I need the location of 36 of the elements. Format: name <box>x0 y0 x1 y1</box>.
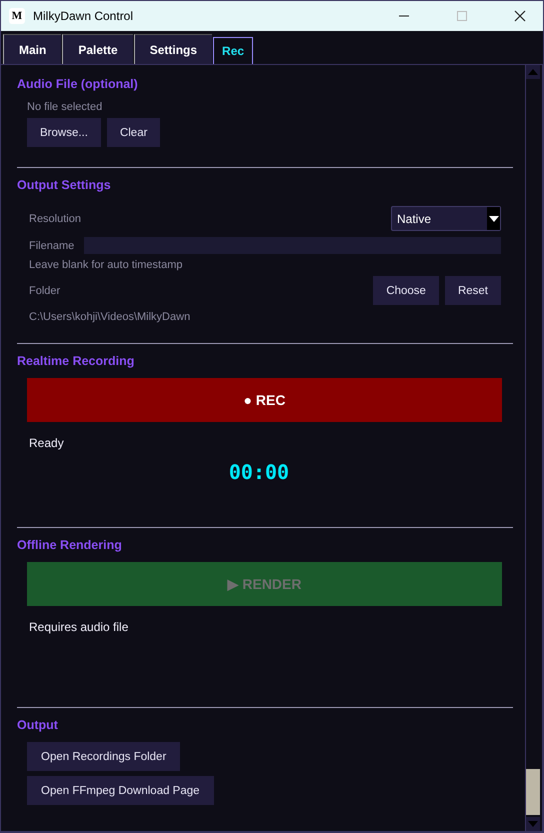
app-icon: M <box>9 8 25 24</box>
filename-label: Filename <box>29 240 74 252</box>
file-status: No file selected <box>26 101 104 113</box>
resolution-label: Resolution <box>29 212 81 224</box>
section-heading: Realtime Recording <box>17 354 136 368</box>
scrollbar[interactable] <box>525 65 540 831</box>
render-status: Requires audio file <box>28 620 130 634</box>
filename-field[interactable] <box>84 237 501 254</box>
tab[interactable]: Main <box>3 34 62 64</box>
output-button[interactable]: Open Recordings Folder <box>27 742 180 771</box>
section-heading: Output Settings <box>17 178 112 192</box>
tab[interactable]: Settings <box>134 34 212 64</box>
section-heading: Output <box>17 718 59 732</box>
folder-button[interactable]: Reset <box>444 276 501 305</box>
folder-label: Folder <box>29 284 60 296</box>
recording-status: Ready <box>28 436 65 450</box>
section-heading: Audio File (optional) <box>17 77 139 91</box>
tab[interactable]: Palette <box>62 34 133 64</box>
folder-button[interactable]: Choose <box>373 276 439 305</box>
file-button[interactable]: Clear <box>106 118 160 147</box>
resolution-dropdown[interactable]: Native <box>391 206 501 231</box>
scrollbar-thumb[interactable] <box>526 769 540 815</box>
scroll-down-icon[interactable] <box>526 817 540 831</box>
section-heading: Offline Rendering <box>17 538 123 552</box>
maximize-icon[interactable] <box>456 10 468 22</box>
filename-hint: Leave blank for auto timestamp <box>28 259 184 271</box>
file-button[interactable]: Browse... <box>27 118 101 147</box>
record-button[interactable]: ● REC <box>27 378 502 422</box>
tab[interactable]: Rec <box>213 37 254 64</box>
scroll-up-icon[interactable] <box>526 65 540 79</box>
dropdown-arrow-icon <box>488 216 498 222</box>
close-icon[interactable] <box>514 10 526 22</box>
window-title: MilkyDawn Control <box>33 9 134 23</box>
recording-timer: 00:00 <box>228 460 290 484</box>
output-button[interactable]: Open FFmpeg Download Page <box>27 776 214 805</box>
folder-path: C:\Users\kohji\Videos\MilkyDawn <box>28 311 192 323</box>
